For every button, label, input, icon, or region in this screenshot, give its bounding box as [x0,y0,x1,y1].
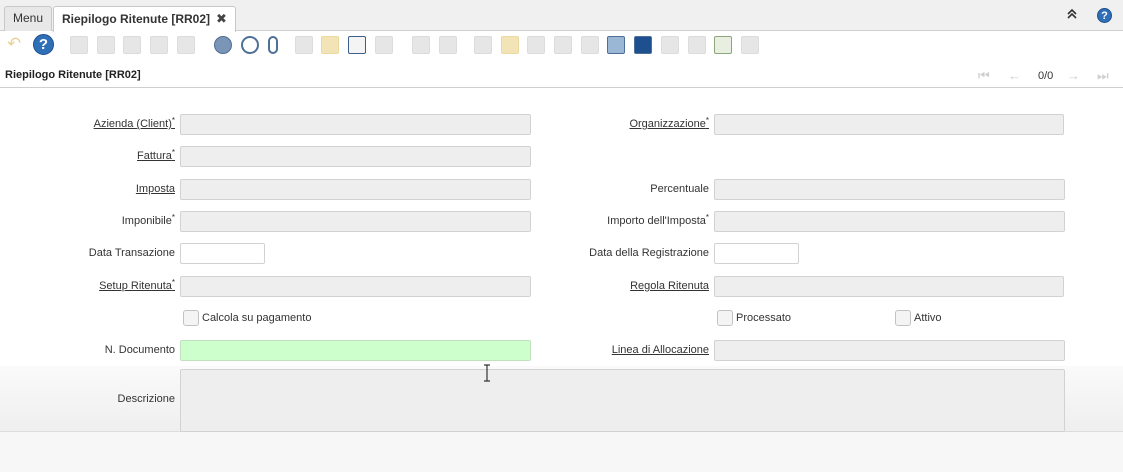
attivo-label: Attivo [914,312,942,324]
attachment-icon[interactable] [268,36,278,54]
attivo-checkbox[interactable] [895,310,911,326]
tab-bar: Menu Riepilogo Ritenute [RR02] ✖ ? [0,0,1123,32]
help-glyph: ? [1097,8,1112,23]
save-and-new-icon[interactable] [177,36,195,54]
importo-imposta-required-marker: * [705,213,709,222]
window-header: Riepilogo Ritenute [RR02] ⏮ ← 0/0 → ⏭ [0,62,1123,88]
requests-icon[interactable] [581,36,599,54]
processato-checkbox[interactable] [717,310,733,326]
fattura-field[interactable] [180,146,531,167]
tab-active-label: Riepilogo Ritenute [RR02] [62,12,211,26]
last-record-icon[interactable]: ⏭ [1097,68,1109,84]
linea-allocazione-label-text: Linea di Allocazione [611,344,709,356]
importo-imposta-label: Importo dell'Imposta* [0,213,709,227]
detail-record-icon[interactable] [375,36,393,54]
find-icon[interactable] [241,36,259,54]
refresh-icon[interactable] [214,36,232,54]
copy-record-icon[interactable] [97,36,115,54]
record-count: 0/0 [1038,70,1054,82]
print-icon[interactable] [527,36,545,54]
workflow-icon[interactable] [661,36,679,54]
percentuale-label: Percentuale [0,183,709,195]
close-tab-icon[interactable]: ✖ [216,11,227,26]
detail-tab-icon[interactable] [439,36,457,54]
previous-record-icon[interactable]: ← [1008,68,1021,83]
toolbar: ↶ ? [0,32,1123,58]
linea-allocazione-field[interactable] [714,340,1065,361]
archive-icon[interactable] [501,36,519,54]
fattura-label[interactable]: Fattura* [0,148,175,162]
tab-menu-label: Menu [13,11,44,25]
help-icon[interactable]: ? [1097,8,1113,24]
undo-icon[interactable]: ↶ [7,34,21,54]
delete-icon[interactable] [123,36,141,54]
data-registrazione-label-text: Data della Registrazione [589,247,709,259]
regola-ritenuta-label-text: Regola Ritenuta [630,280,709,292]
fattura-label-text: Fattura [137,150,172,162]
parent-record-icon[interactable] [412,36,430,54]
organizzazione-label[interactable]: Organizzazione* [0,116,709,130]
percentuale-field[interactable] [714,179,1065,200]
data-registrazione-field[interactable] [714,243,799,264]
product-info-icon[interactable] [607,36,625,54]
report-icon[interactable] [474,36,492,54]
footer-area [0,432,1123,472]
page-title: Riepilogo Ritenute [RR02] [5,69,141,81]
tab-riepilogo-ritenute[interactable]: Riepilogo Ritenute [RR02] ✖ [53,6,236,32]
help-button-icon[interactable]: ? [33,34,54,55]
text-cursor-icon [483,364,491,387]
zoom-across-icon[interactable] [554,36,572,54]
linea-allocazione-label[interactable]: Linea di Allocazione [0,344,709,356]
save-icon[interactable] [150,36,168,54]
importo-imposta-label-text: Importo dell'Imposta [607,215,706,227]
calcola-label: Calcola su pagamento [202,312,312,324]
organizzazione-label-text: Organizzazione [629,118,706,130]
collapse-icon[interactable] [1066,8,1082,24]
regola-ritenuta-field[interactable] [714,276,1064,297]
customize-icon[interactable] [741,36,759,54]
descrizione-label: Descrizione [0,393,175,405]
first-record-icon[interactable]: ⏮ [978,68,990,84]
new-record-icon[interactable] [70,36,88,54]
data-registrazione-label: Data della Registrazione [0,247,709,259]
process-icon[interactable] [688,36,706,54]
next-record-icon[interactable]: → [1067,68,1080,83]
descrizione-textarea[interactable] [180,369,1065,432]
tab-menu[interactable]: Menu [4,6,53,31]
processato-label: Processato [736,312,792,324]
import-icon[interactable] [714,36,732,54]
organizzazione-required-marker: * [705,116,709,125]
importo-imposta-field[interactable] [714,211,1065,232]
regola-ritenuta-label[interactable]: Regola Ritenuta [0,280,709,292]
organizzazione-field[interactable] [714,114,1064,135]
calcola-checkbox[interactable] [183,310,199,326]
grid-toggle-icon[interactable] [348,36,366,54]
chat-icon[interactable] [295,36,313,54]
fattura-required-marker: * [171,148,175,157]
export-icon[interactable] [634,36,652,54]
post-it-icon[interactable] [321,36,339,54]
descrizione-label-text: Descrizione [117,393,175,405]
percentuale-label-text: Percentuale [650,183,709,195]
